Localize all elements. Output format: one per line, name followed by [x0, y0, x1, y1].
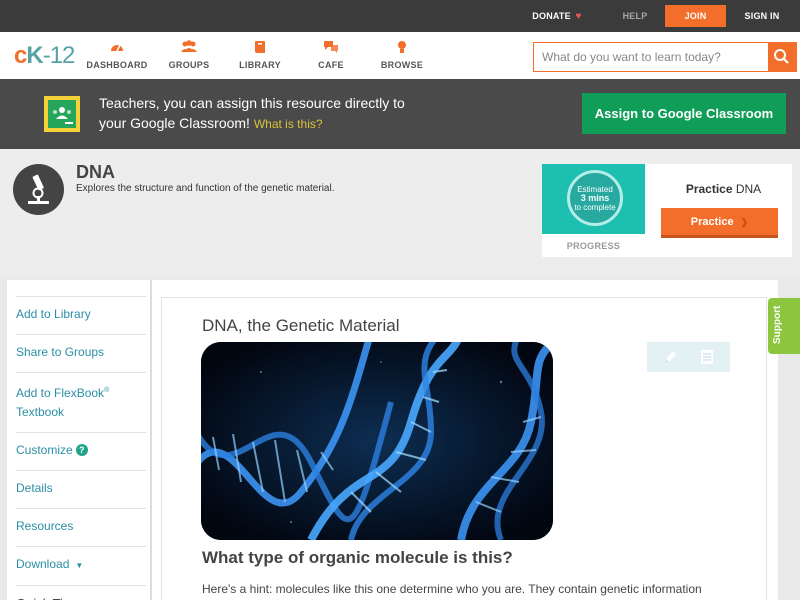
- classroom-message-line1: Teachers, you can assign this resource d…: [99, 95, 405, 111]
- notes-icon[interactable]: [699, 349, 715, 365]
- donate-link[interactable]: DONATE ♥: [522, 0, 592, 32]
- concept-description: Explores the structure and function of t…: [76, 183, 335, 194]
- dashboard-icon: [82, 40, 152, 56]
- add-flexbook-textbook: Textbook: [16, 405, 65, 419]
- question-heading: What type of organic molecule is this?: [202, 548, 513, 567]
- practice-button[interactable]: Practice ❯: [661, 208, 778, 238]
- customize-label: Customize: [16, 443, 73, 457]
- nav-library-label: LIBRARY: [239, 60, 281, 70]
- logo-c: c: [14, 42, 27, 69]
- google-classroom-icon: [44, 96, 80, 132]
- sidebar: Add to Library Share to Groups Add to Fl…: [7, 280, 150, 600]
- groups-icon: [154, 40, 224, 56]
- sign-in-link[interactable]: SIGN IN: [736, 0, 788, 32]
- nav-dashboard-label: DASHBOARD: [86, 60, 148, 70]
- estimate-badge: Estimated 3 mins to complete: [567, 170, 623, 226]
- nav-browse-label: BROWSE: [380, 60, 424, 70]
- assign-google-classroom-button[interactable]: Assign to Google Classroom: [582, 93, 786, 134]
- join-button[interactable]: JOIN: [665, 5, 726, 27]
- practice-title: Practice DNA: [661, 182, 786, 196]
- microscope-icon: [13, 164, 64, 215]
- download-label: Download: [16, 557, 70, 571]
- practice-title-bold: Practice: [685, 182, 733, 196]
- support-tab[interactable]: Support: [768, 298, 800, 354]
- search-button[interactable]: [768, 43, 796, 71]
- help-icon[interactable]: ?: [75, 444, 88, 456]
- sidebar-item-customize[interactable]: Customize?: [16, 432, 146, 470]
- library-icon: [225, 40, 295, 56]
- nav-groups[interactable]: GROUPS: [154, 40, 224, 70]
- search-icon: [774, 49, 789, 64]
- support-label: Support: [772, 305, 783, 344]
- dna-helix-image: [201, 342, 553, 540]
- progress-label: PROGRESS: [566, 241, 621, 251]
- sidebar-menu: Add to Library Share to Groups Add to Fl…: [16, 296, 146, 600]
- quick-tips-heading[interactable]: Quick Tips: [16, 585, 146, 600]
- search-input[interactable]: [534, 43, 768, 71]
- sidebar-item-add-library[interactable]: Add to Library: [16, 296, 146, 334]
- donate-label: DONATE: [532, 11, 571, 21]
- what-is-this-link[interactable]: What is this?: [254, 117, 323, 131]
- practice-card: Estimated 3 mins to complete PROGRESS Pr…: [542, 164, 792, 257]
- browse-icon: [367, 40, 437, 56]
- practice-estimate-graphic: Estimated 3 mins to complete: [542, 164, 645, 234]
- add-flexbook-label: Add to FlexBook: [16, 386, 105, 400]
- nav-browse[interactable]: BROWSE: [367, 40, 437, 70]
- registered-mark: ®: [104, 387, 110, 394]
- chevron-right-icon: ❯: [740, 216, 749, 227]
- sidebar-item-resources[interactable]: Resources: [16, 508, 146, 546]
- hint-paragraph: Here's a hint: molecules like this one d…: [202, 582, 702, 596]
- ck12-logo[interactable]: cK-12: [14, 41, 76, 71]
- sidebar-item-download[interactable]: Download ▼: [16, 546, 146, 585]
- top-utility-bar: DONATE ♥ HELP JOIN SIGN IN: [0, 0, 800, 32]
- classroom-message: Teachers, you can assign this resource d…: [99, 93, 539, 134]
- help-link[interactable]: HELP: [615, 0, 655, 32]
- heart-icon: ♥: [575, 11, 582, 22]
- article-title: DNA, the Genetic Material: [202, 316, 400, 335]
- practice-button-label: Practice: [690, 215, 734, 228]
- sidebar-item-share-groups[interactable]: Share to Groups: [16, 334, 146, 372]
- logo-k: K: [26, 42, 43, 69]
- main-nav: cK-12 DASHBOARD GROUPS LIBRARY CAFE BROW…: [0, 32, 800, 79]
- concept-title: DNA: [76, 162, 115, 182]
- nav-dashboard[interactable]: DASHBOARD: [82, 40, 152, 70]
- estimate-line2: 3 mins: [580, 193, 610, 203]
- pencil-icon[interactable]: [661, 348, 679, 366]
- nav-cafe-label: CAFE: [318, 60, 344, 70]
- logo-num: -12: [42, 42, 76, 69]
- nav-groups-label: GROUPS: [168, 60, 210, 70]
- classroom-message-line2: your Google Classroom!: [99, 115, 250, 131]
- sidebar-item-details[interactable]: Details: [16, 470, 146, 508]
- practice-title-topic: DNA: [732, 182, 762, 196]
- annotation-tools: [647, 342, 730, 372]
- nav-library[interactable]: LIBRARY: [225, 40, 295, 70]
- cafe-icon: [296, 40, 366, 56]
- estimate-line3: to complete: [574, 203, 616, 212]
- sidebar-item-add-flexbook[interactable]: Add to FlexBook® Textbook: [16, 372, 146, 432]
- nav-cafe[interactable]: CAFE: [296, 40, 366, 70]
- search-bar: [533, 42, 797, 72]
- caret-down-icon: ▼: [75, 561, 84, 570]
